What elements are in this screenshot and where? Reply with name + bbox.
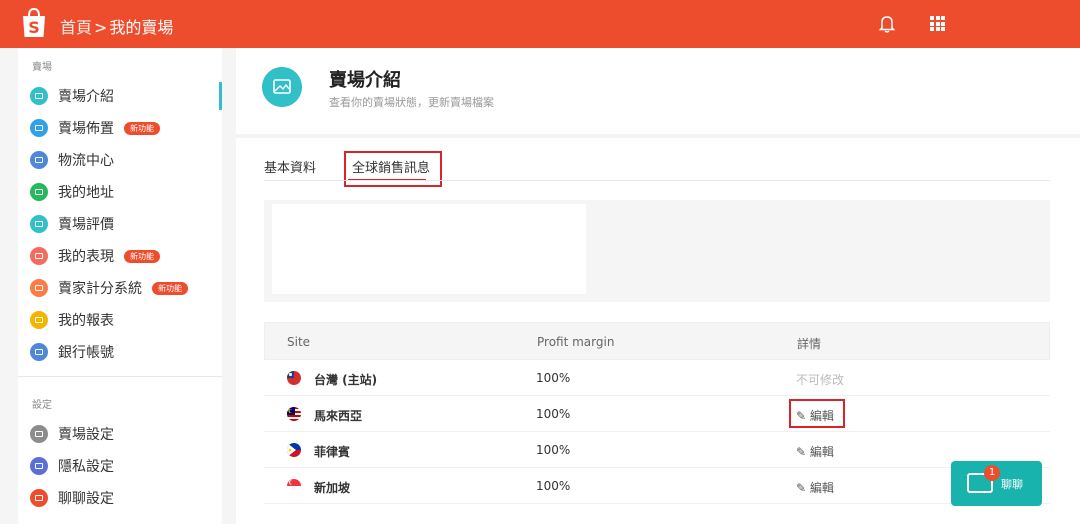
profit-margin-value: 100% bbox=[536, 443, 571, 457]
edit-button[interactable]: ✎ 編輯 bbox=[796, 443, 834, 460]
page-subtitle: 查看你的賣場狀態，更新賣場檔案 bbox=[329, 96, 494, 109]
table-row: 台灣 (主站) 100% 不可修改 bbox=[264, 360, 1050, 396]
info-panel-inner bbox=[272, 204, 586, 294]
top-bar: S 首頁 > 我的賣場 bbox=[0, 0, 1080, 48]
header-profit-margin: Profit margin bbox=[537, 335, 615, 349]
sidebar-item-chat-settings[interactable]: 聊聊設定 bbox=[18, 484, 222, 512]
chat-settings-icon bbox=[30, 489, 48, 507]
new-feature-badge: 新功能 bbox=[152, 281, 188, 295]
address-icon bbox=[30, 183, 48, 201]
tabs-divider bbox=[264, 180, 1050, 181]
profit-margin-value: 100% bbox=[536, 371, 571, 385]
rating-icon bbox=[30, 215, 48, 233]
table-row: 馬來西亞 100% ✎ 編輯 bbox=[264, 396, 1050, 432]
table-row: 菲律賓 100% ✎ 編輯 bbox=[264, 432, 1050, 468]
page-header: 賣場介紹 查看你的賣場狀態，更新賣場檔案 bbox=[236, 48, 1080, 134]
sidebar-item-label: 我的地址 bbox=[58, 185, 114, 201]
notification-bell-icon[interactable] bbox=[878, 14, 896, 34]
breadcrumb-current: 我的賣場 bbox=[109, 18, 174, 37]
chat-unread-badge: 1 bbox=[984, 465, 1000, 481]
privacy-icon bbox=[30, 457, 48, 475]
page-title: 賣場介紹 bbox=[329, 70, 401, 91]
apps-grid-icon[interactable] bbox=[930, 16, 945, 31]
tab-basic-info[interactable]: 基本資料 bbox=[264, 157, 316, 176]
shop-intro-icon bbox=[262, 67, 302, 107]
site-name: 台灣 (主站) bbox=[314, 373, 378, 387]
sidebar-item-label: 賣場佈置 bbox=[58, 121, 114, 137]
edit-button[interactable]: ✎ 編輯 bbox=[796, 479, 834, 496]
sidebar-item-rating[interactable]: 賣場評價 bbox=[18, 210, 222, 238]
table-header: Site Profit margin 詳情 bbox=[264, 322, 1050, 360]
highlight-box bbox=[344, 151, 442, 187]
sidebar-item-label: 賣場介紹 bbox=[58, 89, 114, 105]
sidebar-item-bank[interactable]: 銀行帳號 bbox=[18, 338, 222, 366]
sidebar-item-shop-intro[interactable]: 賣場介紹 bbox=[18, 82, 222, 110]
site-name: 菲律賓 bbox=[314, 445, 351, 459]
highlight-box bbox=[789, 399, 845, 428]
sidebar: 賣場 賣場介紹 賣場佈置 新功能 物流中心 我的地址 賣場評價 我的表現 新功能… bbox=[18, 48, 222, 524]
header-details: 詳情 bbox=[797, 337, 822, 351]
sidebar-item-address[interactable]: 我的地址 bbox=[18, 178, 222, 206]
site-name: 馬來西亞 bbox=[314, 409, 363, 423]
sidebar-item-score[interactable]: 賣家計分系統 新功能 bbox=[18, 274, 222, 302]
logistics-icon bbox=[30, 151, 48, 169]
sidebar-item-label: 我的表現 bbox=[58, 249, 114, 265]
philippines-flag-icon bbox=[287, 443, 301, 457]
chat-button[interactable]: 1 聊聊 bbox=[951, 461, 1042, 506]
shopee-logo-icon[interactable]: S bbox=[20, 7, 48, 39]
sidebar-item-label: 賣場評價 bbox=[58, 217, 114, 233]
new-feature-badge: 新功能 bbox=[124, 249, 160, 263]
sidebar-section-shop: 賣場 bbox=[32, 62, 52, 73]
breadcrumb-separator: > bbox=[94, 18, 108, 37]
svg-text:S: S bbox=[28, 18, 40, 37]
sidebar-item-label: 賣場設定 bbox=[58, 427, 114, 443]
profit-margin-value: 100% bbox=[536, 407, 571, 421]
breadcrumb: 首頁 > 我的賣場 bbox=[60, 14, 173, 38]
details-readonly: 不可修改 bbox=[796, 373, 845, 387]
shop-intro-icon bbox=[30, 87, 48, 105]
profit-margin-value: 100% bbox=[536, 479, 571, 493]
table-row: 新加坡 100% ✎ 編輯 bbox=[264, 468, 1050, 504]
taiwan-flag-icon bbox=[287, 371, 301, 385]
sidebar-item-logistics[interactable]: 物流中心 bbox=[18, 146, 222, 174]
sidebar-item-label: 物流中心 bbox=[58, 153, 114, 169]
sidebar-item-decoration[interactable]: 賣場佈置 新功能 bbox=[18, 114, 222, 142]
score-icon bbox=[30, 279, 48, 297]
chat-label: 聊聊 bbox=[1001, 478, 1023, 491]
sidebar-item-performance[interactable]: 我的表現 新功能 bbox=[18, 242, 222, 270]
sidebar-item-label: 賣家計分系統 bbox=[58, 281, 142, 297]
header-site: Site bbox=[287, 335, 311, 349]
decoration-icon bbox=[30, 119, 48, 137]
shop-settings-icon bbox=[30, 425, 48, 443]
sidebar-item-label: 隱私設定 bbox=[58, 459, 114, 475]
sidebar-divider bbox=[18, 376, 222, 377]
singapore-flag-icon bbox=[287, 479, 301, 493]
info-panel bbox=[264, 200, 1050, 302]
performance-icon bbox=[30, 247, 48, 265]
sidebar-section-settings: 設定 bbox=[32, 400, 52, 411]
new-feature-badge: 新功能 bbox=[124, 121, 160, 135]
report-icon bbox=[30, 311, 48, 329]
sidebar-item-report[interactable]: 我的報表 bbox=[18, 306, 222, 334]
sites-table: Site Profit margin 詳情 台灣 (主站) 100% 不可修改 … bbox=[264, 322, 1050, 524]
sidebar-item-shop-settings[interactable]: 賣場設定 bbox=[18, 420, 222, 448]
sidebar-item-label: 聊聊設定 bbox=[58, 491, 114, 507]
malaysia-flag-icon bbox=[287, 407, 301, 421]
sidebar-item-privacy[interactable]: 隱私設定 bbox=[18, 452, 222, 480]
bank-icon bbox=[30, 343, 48, 361]
sidebar-item-label: 我的報表 bbox=[58, 313, 114, 329]
site-name: 新加坡 bbox=[314, 481, 351, 495]
sidebar-item-label: 銀行帳號 bbox=[58, 345, 114, 361]
breadcrumb-home-link[interactable]: 首頁 bbox=[60, 18, 92, 37]
